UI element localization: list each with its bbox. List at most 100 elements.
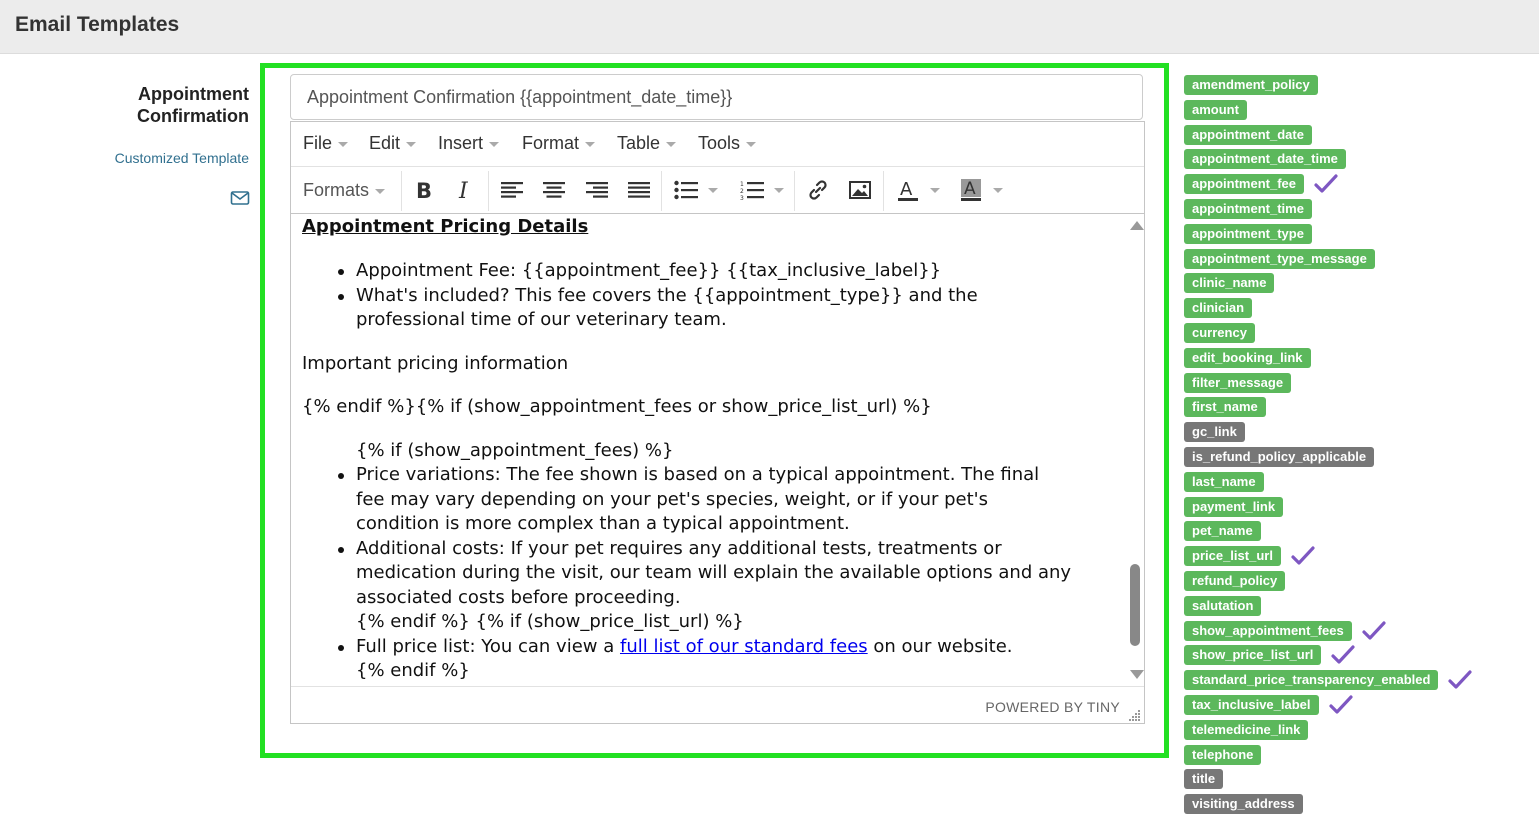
svg-text:I: I <box>458 179 469 201</box>
customized-template-link[interactable]: Customized Template <box>49 150 249 166</box>
placeholder-tag[interactable]: tax_inclusive_label <box>1184 695 1319 715</box>
menu-file[interactable]: File <box>303 133 349 154</box>
standard-fees-link[interactable]: full list of our standard fees <box>620 636 868 657</box>
placeholder-tag-row: telemedicine_link <box>1184 719 1309 740</box>
placeholder-tag[interactable]: amount <box>1184 99 1247 120</box>
placeholder-tag[interactable]: show_price_list_url <box>1184 645 1322 666</box>
placeholder-tag[interactable]: standard_price_transparency_enabled <box>1184 670 1439 691</box>
endif-if-line: {% endif %}{% if (show_appointment_fees … <box>302 396 932 417</box>
placeholder-tag[interactable]: currency <box>1184 323 1255 343</box>
placeholder-tag-row: edit_booking_link <box>1184 347 1311 368</box>
placeholder-tag-row: payment_link <box>1184 496 1284 517</box>
menu-format[interactable]: Format <box>522 133 596 154</box>
placeholder-tag[interactable]: appointment_date <box>1184 124 1312 145</box>
variation-line-2: fee may vary depending on your pet's spe… <box>356 489 989 510</box>
placeholder-tag[interactable]: is_refund_policy_applicable <box>1184 447 1375 467</box>
envelope-icon[interactable] <box>230 189 250 207</box>
endif-if-price-line: {% endif %} {% if (show_price_list_url) … <box>356 611 744 632</box>
placeholder-tag[interactable]: telephone <box>1184 744 1262 765</box>
placeholder-tag[interactable]: visiting_address <box>1184 794 1303 815</box>
menu-insert[interactable]: Insert <box>438 133 500 154</box>
placeholder-tag-row: gc_link <box>1184 422 1245 443</box>
endif-last-line: {% endif %} <box>356 660 470 681</box>
resize-handle-icon[interactable] <box>1129 708 1141 721</box>
placeholder-tag-row: clinic_name <box>1184 273 1275 294</box>
placeholder-tag-row: clinician <box>1184 298 1253 319</box>
placeholder-tag[interactable]: first_name <box>1184 397 1266 418</box>
text-color-icon[interactable]: A <box>893 177 943 203</box>
placeholder-tag[interactable]: gc_link <box>1184 422 1245 443</box>
svg-text:A: A <box>964 179 976 199</box>
placeholder-tag[interactable]: price_list_url <box>1184 546 1281 567</box>
content-heading: Appointment Pricing Details <box>302 216 589 237</box>
numbered-list-icon[interactable]: 123 <box>737 177 787 203</box>
placeholder-tag[interactable]: telemedicine_link <box>1184 719 1309 740</box>
align-left-icon[interactable] <box>499 177 525 203</box>
fee-line: Appointment Fee: {{appointment_fee}} {{t… <box>356 260 942 281</box>
checkmark-icon <box>1331 645 1355 664</box>
placeholder-tag[interactable]: show_appointment_fees <box>1184 620 1352 641</box>
placeholder-tag[interactable]: appointment_type <box>1184 223 1312 244</box>
italic-icon[interactable]: I <box>453 177 479 203</box>
included-line-1: What's included? This fee covers the {{a… <box>356 285 978 306</box>
placeholder-tag[interactable]: clinic_name <box>1184 273 1275 294</box>
svg-text:A: A <box>900 179 913 200</box>
placeholder-tag-row: filter_message <box>1184 372 1292 393</box>
placeholder-tag[interactable]: title <box>1184 769 1224 790</box>
placeholder-tag[interactable]: pet_name <box>1184 521 1261 542</box>
powered-by-label[interactable]: POWERED BY TINY <box>985 699 1120 715</box>
menu-table[interactable]: Table <box>617 133 677 154</box>
placeholder-tag-row: appointment_time <box>1184 199 1312 219</box>
editor-toolbar: Formats B I 123 A A <box>291 167 1144 214</box>
svg-text:2: 2 <box>740 188 744 195</box>
top-header: Email Templates <box>0 0 1539 54</box>
menu-tools[interactable]: Tools <box>698 133 757 154</box>
align-center-icon[interactable] <box>541 177 567 203</box>
placeholder-tag[interactable]: refund_policy <box>1184 571 1286 591</box>
editor-scrollbar[interactable] <box>1126 214 1144 686</box>
placeholder-tag-row: appointment_type_message <box>1184 248 1375 269</box>
checkmark-icon <box>1448 670 1473 689</box>
bullet-dot <box>338 473 344 479</box>
placeholder-tag-row: title <box>1184 769 1224 790</box>
toolbar-separator <box>401 171 402 211</box>
placeholder-tag[interactable]: clinician <box>1184 298 1253 319</box>
svg-text:3: 3 <box>740 195 744 200</box>
placeholder-tag[interactable]: appointment_date_time <box>1184 149 1346 170</box>
link-icon[interactable] <box>805 177 831 203</box>
bold-icon[interactable]: B <box>411 177 437 203</box>
placeholder-tag[interactable]: appointment_time <box>1184 199 1312 219</box>
important-line: Important pricing information <box>302 353 569 374</box>
placeholder-tag-row: appointment_type <box>1184 223 1312 244</box>
placeholder-tag[interactable]: appointment_type_message <box>1184 248 1375 269</box>
placeholder-tag[interactable]: appointment_fee <box>1184 174 1305 195</box>
subject-input[interactable]: Appointment Confirmation {{appointment_d… <box>290 74 1143 120</box>
scroll-down-arrow-icon[interactable] <box>1130 670 1144 679</box>
image-icon[interactable] <box>847 177 873 203</box>
align-justify-icon[interactable] <box>626 177 652 203</box>
formats-dropdown[interactable]: Formats <box>303 180 386 201</box>
bullet-dot <box>338 645 344 651</box>
included-line-2: professional time of our veterinary team… <box>356 309 727 330</box>
template-name: Appointment Confirmation <box>49 83 249 127</box>
editor-content[interactable]: Appointment Pricing Details Appointment … <box>291 214 1126 686</box>
placeholder-tag-row: tax_inclusive_label <box>1184 695 1353 715</box>
placeholder-tag-row: pet_name <box>1184 521 1261 542</box>
bullet-dot <box>338 269 344 275</box>
background-color-icon[interactable]: A <box>956 177 1006 203</box>
scroll-up-arrow-icon[interactable] <box>1130 221 1144 230</box>
placeholder-tag[interactable]: salutation <box>1184 595 1262 616</box>
toolbar-separator <box>794 171 795 211</box>
price-list-suffix: on our website. <box>867 636 1013 657</box>
align-right-icon[interactable] <box>584 177 610 203</box>
placeholder-tag[interactable]: amendment_policy <box>1184 75 1318 95</box>
bullet-list-icon[interactable] <box>671 177 721 203</box>
placeholder-tag[interactable]: payment_link <box>1184 496 1284 517</box>
menu-edit[interactable]: Edit <box>369 133 417 154</box>
template-name-line1: Appointment <box>138 84 249 104</box>
placeholder-tag[interactable]: filter_message <box>1184 372 1292 393</box>
placeholder-tag[interactable]: edit_booking_link <box>1184 347 1311 368</box>
scroll-thumb[interactable] <box>1130 564 1140 646</box>
placeholder-tag-row: first_name <box>1184 397 1266 418</box>
placeholder-tag[interactable]: last_name <box>1184 471 1264 492</box>
